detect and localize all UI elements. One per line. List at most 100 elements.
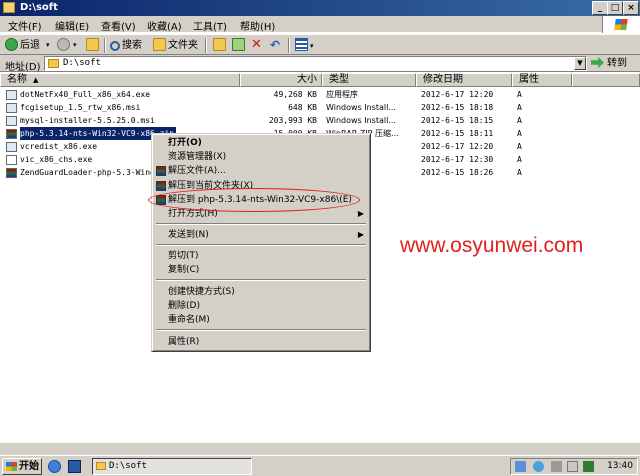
taskbar: 开始 D:\soft 13:40	[0, 455, 640, 476]
menu-edit[interactable]: 编辑(E)	[55, 18, 89, 33]
file-date: 2012-6-17 12:20	[421, 142, 494, 151]
menu-separator	[156, 279, 366, 281]
winrar-zip-icon	[6, 129, 17, 139]
delete-x-icon: ✕	[251, 37, 262, 52]
menu-rename[interactable]: 重命名(M)	[154, 314, 368, 326]
file-name: fcgisetup_1.5_rtw_x86.msi	[20, 103, 141, 112]
file-date: 2012-6-15 18:26	[421, 168, 494, 177]
submenu-arrow-icon: ▶	[357, 230, 364, 239]
file-type: Windows Install...	[326, 103, 396, 112]
menu-help[interactable]: 帮助(H)	[240, 18, 275, 33]
file-attr: A	[517, 103, 522, 112]
start-button[interactable]: 开始	[2, 458, 42, 475]
menu-file[interactable]: 文件(F)	[8, 18, 42, 33]
undo-button[interactable]: ↶	[270, 38, 280, 53]
winrar-zip-icon	[6, 168, 17, 178]
column-date-label: 修改日期	[423, 74, 463, 85]
folders-icon	[153, 38, 166, 51]
folder-icon	[48, 59, 59, 68]
go-button[interactable]: 转到	[591, 56, 637, 71]
menu-send-to[interactable]: 发送到(N) ▶	[154, 229, 368, 241]
address-dropdown-button[interactable]: ▼	[574, 57, 586, 70]
exe-file-icon	[6, 155, 17, 165]
column-name[interactable]: 名称 ▲	[0, 73, 240, 87]
windows-logo	[602, 16, 640, 33]
up-button[interactable]	[86, 38, 101, 53]
back-button[interactable]: 后退	[5, 38, 40, 53]
file-attr: A	[517, 155, 522, 164]
column-size[interactable]: 大小	[240, 73, 322, 87]
menu-cut[interactable]: 剪切(T)	[154, 250, 368, 262]
folders-button[interactable]: 文件夹	[153, 38, 198, 53]
copy-to-button[interactable]	[232, 38, 247, 53]
folder-icon	[96, 462, 106, 470]
menu-view[interactable]: 查看(V)	[101, 18, 136, 33]
file-date: 2012-6-17 12:20	[421, 90, 494, 99]
maximize-button[interactable]: □	[607, 1, 623, 15]
msi-file-icon	[6, 116, 17, 126]
window-title: D:\soft	[20, 2, 58, 13]
file-date: 2012-6-15 18:18	[421, 103, 494, 112]
highlight-ellipse	[148, 188, 360, 212]
windows-flag-icon	[6, 462, 17, 471]
tray-app-icon[interactable]	[551, 461, 562, 472]
file-row[interactable]: fcgisetup_1.5_rtw_x86.msi 648 KB Windows…	[0, 101, 560, 114]
show-desktop-icon[interactable]	[68, 460, 81, 473]
column-attributes[interactable]: 属性	[512, 73, 572, 87]
ie-icon[interactable]	[48, 460, 61, 473]
file-row[interactable]: mysql-installer-5.5.25.0.msi 203,993 KB …	[0, 114, 560, 127]
file-attr: A	[517, 116, 522, 125]
menu-separator	[156, 244, 366, 246]
forward-button[interactable]	[57, 38, 72, 53]
column-date[interactable]: 修改日期	[416, 73, 512, 87]
column-type[interactable]: 类型	[322, 73, 416, 87]
system-tray: 13:40	[510, 458, 638, 475]
toolbar: 后退 ▾ ▾ 搜索 文件夹 ✕ ↶ ▾	[0, 34, 640, 55]
menu-create-shortcut[interactable]: 创建快捷方式(S)	[154, 286, 368, 298]
menu-extract-files[interactable]: 解压文件(A)...	[154, 165, 368, 177]
forward-dropdown[interactable]: ▾	[73, 38, 77, 53]
minimize-button[interactable]: _	[592, 1, 608, 15]
file-name: mysql-installer-5.5.25.0.msi	[20, 116, 155, 125]
windows-flag-icon	[614, 19, 628, 30]
title-bar[interactable]: D:\soft _ □ ×	[0, 0, 640, 16]
file-row[interactable]: dotNetFx40_Full_x86_x64.exe 49,268 KB 应用…	[0, 88, 560, 101]
file-size: 49,268 KB	[273, 90, 317, 99]
menu-copy[interactable]: 复制(C)	[154, 264, 368, 276]
file-attr: A	[517, 90, 522, 99]
close-button[interactable]: ×	[623, 1, 639, 15]
move-to-button[interactable]	[213, 38, 228, 53]
search-button[interactable]: 搜索	[110, 38, 142, 53]
menu-open[interactable]: 打开(O)	[154, 137, 368, 149]
forward-arrow-icon	[57, 38, 70, 51]
sort-ascending-icon: ▲	[33, 76, 39, 84]
folders-label: 文件夹	[168, 40, 198, 51]
file-attr: A	[517, 168, 522, 177]
menu-favorites[interactable]: 收藏(A)	[147, 18, 182, 33]
menu-delete[interactable]: 删除(D)	[154, 300, 368, 312]
file-attr: A	[517, 129, 522, 138]
menu-explorer[interactable]: 资源管理器(X)	[154, 151, 368, 163]
move-to-icon	[213, 38, 226, 51]
back-dropdown[interactable]: ▾	[46, 38, 50, 53]
file-name: vic_x86_chs.exe	[20, 155, 93, 164]
views-button[interactable]: ▾	[295, 38, 314, 53]
column-type-label: 类型	[329, 74, 349, 85]
address-bar: 地址(D) D:\soft ▼ 转到	[0, 55, 640, 73]
search-icon	[110, 41, 120, 51]
tray-app-icon[interactable]	[583, 461, 594, 472]
tray-app-icon[interactable]	[533, 461, 544, 472]
toolbar-separator	[288, 38, 290, 53]
file-date: 2012-6-15 18:11	[421, 129, 494, 138]
status-bar	[0, 442, 640, 455]
menu-properties[interactable]: 属性(R)	[154, 336, 368, 348]
delete-button[interactable]: ✕	[251, 38, 262, 53]
tray-app-icon[interactable]	[567, 461, 578, 472]
file-date: 2012-6-17 12:30	[421, 155, 494, 164]
taskbar-explorer-task[interactable]: D:\soft	[92, 458, 252, 475]
menu-bar: 文件(F) 编辑(E) 查看(V) 收藏(A) 工具(T) 帮助(H)	[0, 16, 640, 33]
go-label: 转到	[607, 58, 627, 69]
network-icon[interactable]	[515, 461, 526, 472]
menu-tools[interactable]: 工具(T)	[193, 18, 227, 33]
address-input[interactable]: D:\soft ▼	[44, 56, 587, 71]
